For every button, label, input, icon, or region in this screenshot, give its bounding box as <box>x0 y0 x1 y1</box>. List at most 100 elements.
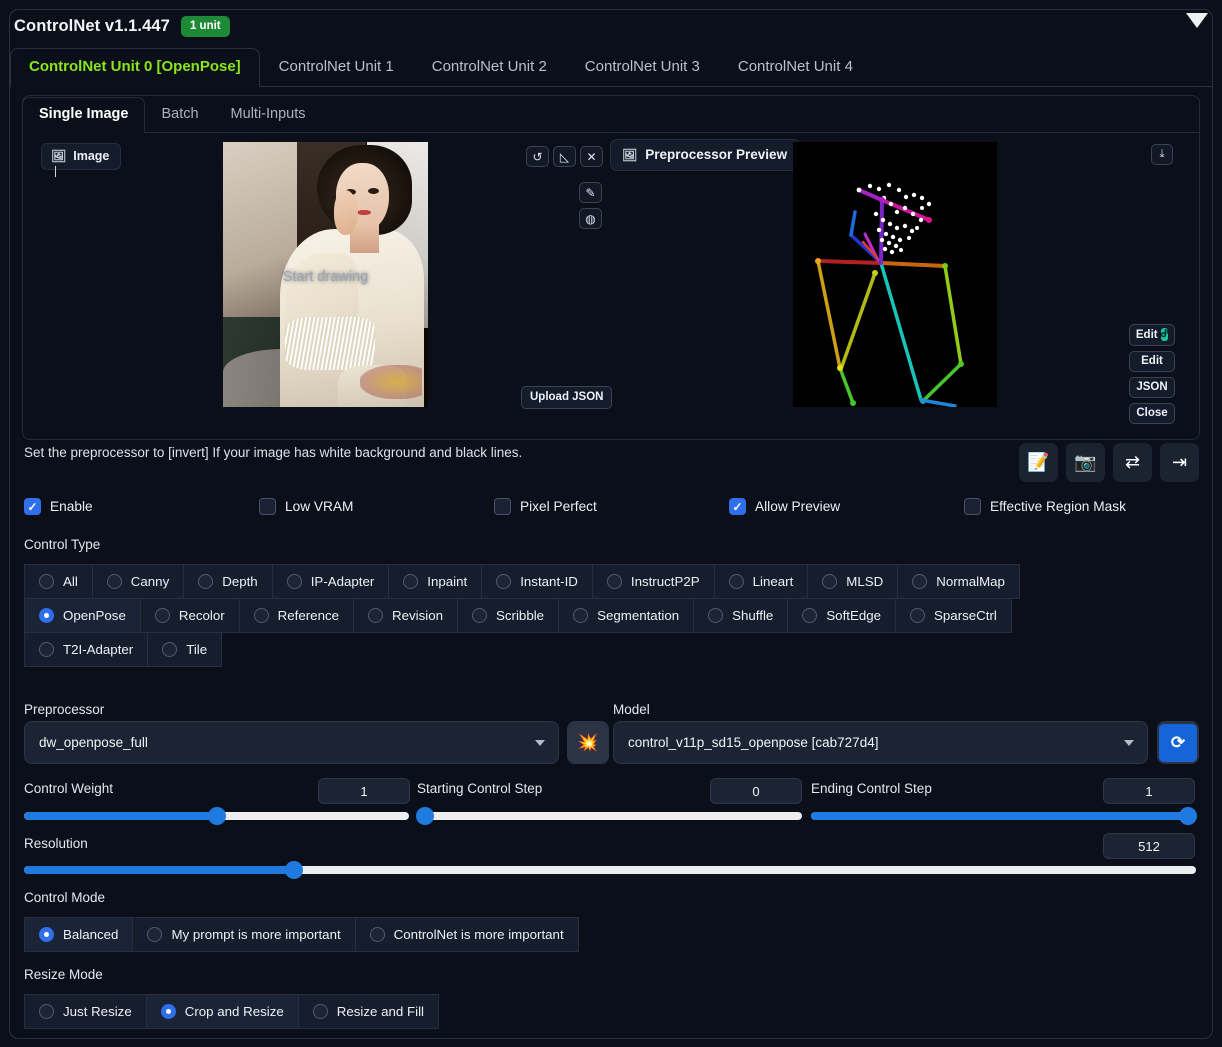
control-type-inpaint[interactable]: Inpaint <box>388 564 483 599</box>
starting-control-step-thumb[interactable] <box>415 807 434 825</box>
starting-control-step-value[interactable]: 0 <box>710 778 802 804</box>
tab-unit-2[interactable]: ControlNet Unit 2 <box>413 48 566 86</box>
starting-control-step-slider[interactable] <box>415 807 802 825</box>
control-type-tile[interactable]: Tile <box>147 632 223 667</box>
eraser-icon[interactable]: ◺ <box>553 146 576 167</box>
control-weight-value[interactable]: 1 <box>318 778 410 804</box>
tab-multi-inputs[interactable]: Multi-Inputs <box>215 98 322 132</box>
close-button[interactable]: Close <box>1129 403 1175 424</box>
checkbox-low-vram-box[interactable] <box>259 498 276 515</box>
checkbox-pixel-perfect[interactable]: Pixel Perfect <box>494 498 729 515</box>
control-weight-slider[interactable] <box>24 807 409 825</box>
radio-t2i-adapter[interactable] <box>39 642 54 657</box>
edit-photopea-button[interactable]: Edit ᒇ <box>1129 324 1175 346</box>
control-mode-controlnet-important[interactable]: ControlNet is more important <box>354 917 579 952</box>
radio-tile[interactable] <box>162 642 178 657</box>
checkbox-allow-preview[interactable]: Allow Preview <box>729 498 964 515</box>
radio-ip-adapter[interactable] <box>286 574 302 589</box>
radio-reference[interactable] <box>253 608 269 623</box>
control-type-scribble[interactable]: Scribble <box>457 598 560 633</box>
control-type-openpose[interactable]: OpenPose <box>24 598 141 633</box>
resolution-value[interactable]: 512 <box>1103 833 1195 859</box>
radio-instant-id[interactable] <box>496 574 512 589</box>
radio-openpose[interactable] <box>39 608 54 623</box>
radio-crop-and-resize[interactable] <box>160 1004 176 1019</box>
run-preprocessor-button[interactable]: 💥 <box>567 721 609 764</box>
radio-scribble[interactable] <box>472 608 488 623</box>
control-type-normalmap[interactable]: NormalMap <box>897 564 1020 599</box>
download-icon[interactable]: ⤓ <box>1151 144 1173 165</box>
control-mode-balanced[interactable]: Balanced <box>24 917 134 952</box>
ending-control-step-slider[interactable] <box>811 807 1198 825</box>
control-type-segmentation[interactable]: Segmentation <box>558 598 695 633</box>
tab-unit-3[interactable]: ControlNet Unit 3 <box>566 48 719 86</box>
undo-icon[interactable]: ↺ <box>526 146 549 167</box>
ending-control-step-thumb[interactable] <box>1179 807 1198 825</box>
resize-mode-resize-and-fill[interactable]: Resize and Fill <box>297 994 439 1029</box>
control-type-softedge[interactable]: SoftEdge <box>787 598 897 633</box>
control-type-lineart[interactable]: Lineart <box>713 564 809 599</box>
brush-icon[interactable]: ✎ <box>579 182 602 203</box>
edit-button[interactable]: Edit <box>1129 351 1175 372</box>
radio-inpaint[interactable] <box>403 574 419 589</box>
preprocessor-select[interactable]: dw_openpose_full <box>24 721 559 764</box>
radio-recolor[interactable] <box>154 608 170 623</box>
control-type-ip-adapter[interactable]: IP-Adapter <box>271 564 390 599</box>
json-button[interactable]: JSON <box>1129 377 1175 398</box>
checkbox-allow-preview-box[interactable] <box>729 498 746 515</box>
control-type-canny[interactable]: Canny <box>91 564 185 599</box>
tab-batch[interactable]: Batch <box>145 98 214 132</box>
model-select[interactable]: control_v11p_sd15_openpose [cab727d4] <box>613 721 1148 764</box>
color-palette-icon[interactable]: ◍ <box>579 208 602 229</box>
control-type-shuffle[interactable]: Shuffle <box>693 598 789 633</box>
image-input-tab[interactable]: 🖼 Image <box>41 143 122 177</box>
radio-revision[interactable] <box>368 608 384 623</box>
radio-resize-and-fill[interactable] <box>312 1004 328 1019</box>
radio-sparsectrl[interactable] <box>910 608 926 623</box>
checkbox-effective-region-mask-box[interactable] <box>964 498 981 515</box>
tab-unit-1[interactable]: ControlNet Unit 1 <box>260 48 413 86</box>
control-type-sparsectrl[interactable]: SparseCtrl <box>895 598 1012 633</box>
radio-segmentation[interactable] <box>573 608 589 623</box>
radio-shuffle[interactable] <box>708 608 724 623</box>
radio-mlsd[interactable] <box>822 574 838 589</box>
swap-icon[interactable]: ⇄ <box>1113 443 1152 482</box>
control-type-depth[interactable]: Depth <box>183 564 273 599</box>
radio-depth[interactable] <box>198 574 214 589</box>
source-image-canvas[interactable]: Start drawing <box>223 142 428 407</box>
checkbox-pixel-perfect-box[interactable] <box>494 498 511 515</box>
upload-json-button[interactable]: Upload JSON <box>521 386 613 409</box>
control-type-mlsd[interactable]: MLSD <box>807 564 899 599</box>
refresh-models-button[interactable]: ⟳ <box>1157 721 1199 764</box>
resolution-thumb[interactable] <box>284 861 303 879</box>
radio-balanced[interactable] <box>39 927 54 942</box>
resolution-slider[interactable] <box>24 861 1196 879</box>
control-mode-prompt-important[interactable]: My prompt is more important <box>132 917 356 952</box>
tab-unit-0[interactable]: ControlNet Unit 0 [OpenPose] <box>10 48 260 87</box>
radio-instructp2p[interactable] <box>606 574 622 589</box>
resize-mode-just-resize[interactable]: Just Resize <box>24 994 147 1029</box>
webcam-icon[interactable]: 📷 <box>1066 443 1105 482</box>
ending-control-step-value[interactable]: 1 <box>1103 778 1195 804</box>
tab-unit-4[interactable]: ControlNet Unit 4 <box>719 48 872 86</box>
radio-all[interactable] <box>39 574 54 589</box>
chevron-down-icon[interactable] <box>1186 13 1208 28</box>
control-type-all[interactable]: All <box>24 564 93 599</box>
checkbox-enable-box[interactable] <box>24 498 41 515</box>
control-type-recolor[interactable]: Recolor <box>139 598 240 633</box>
checkbox-enable[interactable]: Enable <box>24 498 259 515</box>
openpose-preview-image[interactable] <box>793 142 997 407</box>
radio-softedge[interactable] <box>802 608 818 623</box>
control-type-reference[interactable]: Reference <box>238 598 355 633</box>
send-dimensions-icon[interactable]: ⇥ <box>1160 443 1199 482</box>
tab-single-image[interactable]: Single Image <box>22 97 146 133</box>
control-type-t2i-adapter[interactable]: T2I-Adapter <box>24 632 149 667</box>
radio-prompt-important[interactable] <box>147 927 163 942</box>
radio-controlnet-important[interactable] <box>369 927 385 942</box>
preprocessor-preview-tab[interactable]: 🖼 Preprocessor Preview <box>610 139 802 171</box>
resize-mode-crop-and-resize[interactable]: Crop and Resize <box>145 994 299 1029</box>
radio-canny[interactable] <box>106 574 122 589</box>
control-weight-thumb[interactable] <box>207 807 226 825</box>
control-type-instructp2p[interactable]: InstructP2P <box>591 564 715 599</box>
control-type-instant-id[interactable]: Instant-ID <box>481 564 593 599</box>
